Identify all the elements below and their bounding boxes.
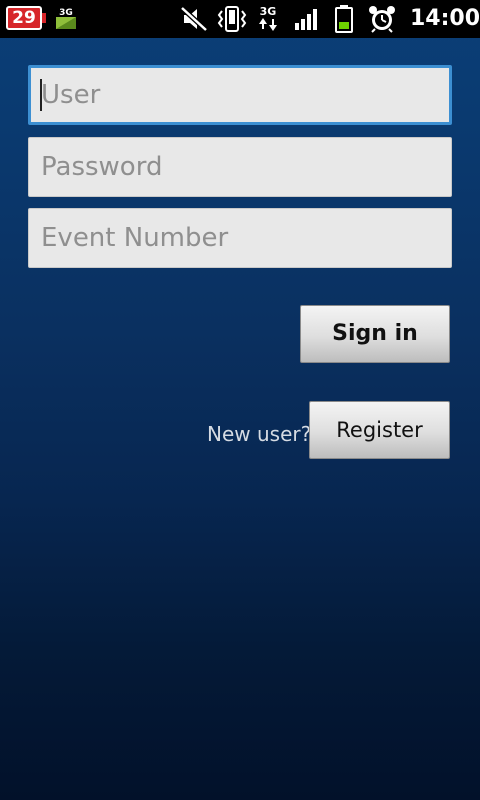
battery-icon	[334, 5, 354, 37]
password-field[interactable]	[28, 137, 452, 197]
vibrate-icon	[217, 6, 247, 36]
3g-network-label: 3G	[260, 5, 277, 18]
3g-network-icon: 3G	[256, 3, 282, 37]
status-time: 14:00	[410, 6, 480, 31]
calendar-badge-icon: 29	[6, 6, 42, 30]
text-cursor	[40, 79, 42, 111]
sign-in-button[interactable]: Sign in	[300, 305, 450, 363]
status-bar: 29 3G 3G 14:00	[0, 0, 480, 38]
mute-icon	[180, 6, 208, 36]
event-number-field[interactable]	[28, 208, 452, 268]
new-user-label: New user?	[207, 422, 312, 446]
alarm-icon	[368, 5, 396, 37]
register-button[interactable]: Register	[309, 401, 450, 459]
3g-data-label: 3G	[59, 8, 73, 18]
user-field[interactable]	[28, 65, 452, 125]
signal-icon	[294, 8, 320, 34]
calendar-badge-tip	[42, 13, 46, 23]
3g-data-icon: 3G	[55, 6, 77, 34]
